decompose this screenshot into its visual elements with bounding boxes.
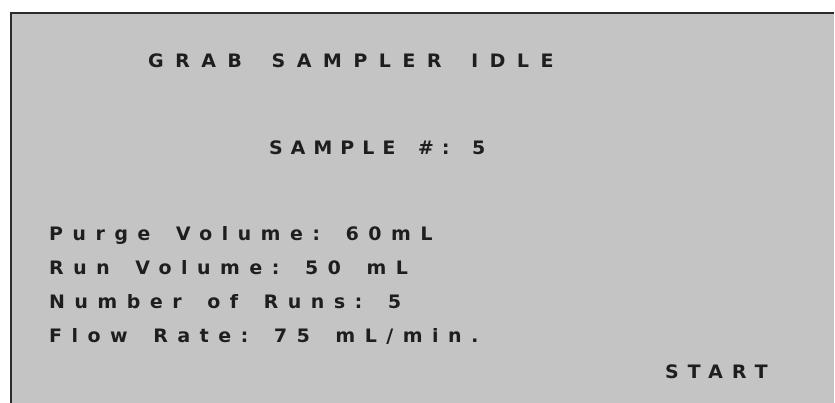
run-volume-line: Run Volume: 50 mL [49,257,418,279]
start-button[interactable]: START [665,361,777,383]
lcd-screen: GRAB SAMPLER IDLE SAMPLE #: 5 Purge Volu… [10,12,834,403]
status-title: GRAB SAMPLER IDLE [148,50,566,72]
number-of-runs-line: Number of Runs: 5 [49,291,411,313]
purge-volume-line: Purge Volume: 60mL [49,223,442,245]
sample-number: SAMPLE #: 5 [269,137,494,159]
flow-rate-line: Flow Rate: 75 mL/min. [49,325,488,347]
